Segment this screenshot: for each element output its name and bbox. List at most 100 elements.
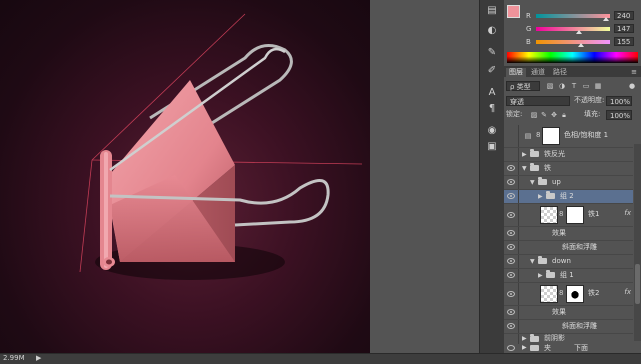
slider-blue[interactable]: B 155: [526, 37, 639, 47]
lock-transparent-icon[interactable]: ▨: [530, 111, 538, 119]
layer-mask-thumbnail[interactable]: [566, 285, 584, 303]
paragraph-icon[interactable]: ¶: [485, 102, 499, 116]
lock-all-icon[interactable]: 🔒︎: [560, 111, 568, 119]
scrollbar-thumb[interactable]: [635, 264, 640, 304]
visibility-toggle[interactable]: [507, 151, 515, 157]
expand-arrow-icon[interactable]: ▶: [522, 335, 527, 342]
brush-presets-icon[interactable]: ✐: [485, 64, 499, 78]
eye-icon[interactable]: [507, 230, 515, 236]
shape-filter-icon[interactable]: ▭: [582, 82, 590, 90]
layer-row-group[interactable]: ▶ 组 1: [504, 269, 633, 283]
layer-thumbnail[interactable]: [540, 285, 558, 303]
eye-icon[interactable]: [507, 165, 515, 171]
layer-row-group[interactable]: ▼ down: [504, 255, 633, 269]
layer-row[interactable]: 8 铁2 fx: [504, 283, 633, 306]
row-divider: [518, 176, 519, 189]
fx-icon[interactable]: fx: [624, 288, 631, 296]
blend-mode-select[interactable]: 穿透: [506, 96, 570, 106]
history-icon[interactable]: ▤: [485, 4, 499, 18]
visibility-toggle[interactable]: [507, 128, 515, 134]
layer-row-group[interactable]: ▼ 铁: [504, 162, 633, 176]
panel-menu-icon[interactable]: ≡: [630, 68, 638, 76]
tab-paths[interactable]: 路径: [550, 68, 570, 77]
eye-icon[interactable]: [507, 323, 515, 329]
eye-icon[interactable]: [507, 345, 515, 351]
link-icon: 8: [536, 131, 541, 139]
kind-filter-select[interactable]: ρ 类型: [506, 81, 540, 91]
layer-row-group[interactable]: ▼ up: [504, 176, 633, 190]
layer-row[interactable]: 8 铁1 fx: [504, 204, 633, 227]
info-icon[interactable]: ◉: [485, 124, 499, 138]
opacity-input[interactable]: 100%: [606, 96, 632, 106]
eye-icon[interactable]: [507, 258, 515, 264]
document-canvas[interactable]: [0, 0, 370, 353]
expand-arrow-icon[interactable]: ▶: [522, 344, 527, 351]
smart-filter-icon[interactable]: ▦: [594, 82, 602, 90]
expand-arrow-icon[interactable]: ▶: [538, 272, 543, 279]
expand-arrow-icon[interactable]: ▶: [522, 151, 527, 158]
lock-pixels-icon[interactable]: ✎: [540, 111, 548, 119]
adjustment-filter-icon[interactable]: ◑: [558, 82, 566, 90]
layer-row-group-selected[interactable]: ▶ 组 2: [504, 190, 633, 204]
slider-green[interactable]: G 147: [526, 24, 639, 34]
slider-knob[interactable]: [575, 30, 582, 34]
tab-channels[interactable]: 通道: [528, 68, 548, 77]
effect-item-row[interactable]: 斜面和浮雕: [504, 241, 633, 255]
slider-value[interactable]: 147: [614, 24, 634, 33]
collapse-arrow-icon[interactable]: ▼: [530, 258, 535, 265]
slider-label: B: [526, 38, 531, 46]
layer-row-group[interactable]: ▶ 夹 下面: [504, 344, 633, 353]
effects-row[interactable]: 效果: [504, 227, 633, 241]
fx-icon[interactable]: fx: [624, 209, 631, 217]
effect-item-row[interactable]: 斜面和浮雕: [504, 320, 633, 334]
collapse-arrow-icon[interactable]: ▼: [522, 165, 527, 172]
eye-icon[interactable]: [507, 179, 515, 185]
eye-icon[interactable]: [507, 193, 515, 199]
slider-value[interactable]: 155: [614, 37, 634, 46]
eye-icon[interactable]: [507, 244, 515, 250]
visibility-toggle[interactable]: [507, 337, 515, 343]
fill-input[interactable]: 100%: [606, 110, 632, 120]
collapse-arrow-icon[interactable]: ▼: [530, 179, 535, 186]
slider-track[interactable]: [536, 14, 610, 18]
eye-icon[interactable]: [507, 272, 515, 278]
slider-value[interactable]: 240: [614, 11, 634, 20]
adjust-icon[interactable]: ◐: [485, 24, 499, 38]
lock-position-icon[interactable]: ✥: [550, 111, 558, 119]
link-icon: 8: [559, 210, 564, 218]
layer-mask-thumbnail[interactable]: [566, 206, 584, 224]
layer-thumbnail[interactable]: [540, 206, 558, 224]
effects-label: 效果: [552, 229, 566, 237]
layer-name: 铁1: [588, 210, 600, 218]
slider-track[interactable]: [536, 40, 610, 44]
navigator-icon[interactable]: ▣: [485, 140, 499, 154]
layer-name: up: [552, 178, 561, 186]
effects-row[interactable]: 效果: [504, 306, 633, 320]
slider-track[interactable]: [536, 27, 610, 31]
type-filter-icon[interactable]: T: [570, 82, 578, 90]
eye-icon[interactable]: [507, 309, 515, 315]
filter-toggle-icon[interactable]: ●: [628, 82, 636, 90]
layer-row-group[interactable]: ▶ 铁反光: [504, 148, 633, 162]
slider-knob[interactable]: [602, 17, 609, 21]
brush-icon[interactable]: ✎: [485, 46, 499, 60]
row-divider: [518, 148, 519, 161]
adjustment-layer-icon: ▤: [524, 132, 532, 140]
slider-red[interactable]: R 240: [526, 11, 639, 21]
layers-panel: 图层 通道 路径 ≡ ρ 类型 ▧ ◑ T ▭ ▦ ● 穿透 不透明度: 100…: [504, 67, 641, 353]
foreground-color-swatch[interactable]: [507, 5, 520, 18]
eye-icon[interactable]: [507, 291, 515, 297]
slider-knob[interactable]: [578, 43, 585, 47]
status-menu-arrow[interactable]: ▶: [36, 354, 41, 362]
eye-icon[interactable]: [507, 212, 515, 218]
layer-row-hue-saturation[interactable]: ▤ 8 色相/饱和度 1: [504, 125, 633, 148]
layer-mask-thumbnail[interactable]: [542, 127, 560, 145]
slider-label: R: [526, 12, 531, 20]
row-divider: [518, 334, 519, 344]
pixel-filter-icon[interactable]: ▧: [546, 82, 554, 90]
character-icon[interactable]: A: [485, 86, 499, 100]
expand-arrow-icon[interactable]: ▶: [538, 193, 543, 200]
color-spectrum[interactable]: [507, 52, 638, 63]
tab-layers[interactable]: 图层: [506, 68, 526, 77]
layers-scrollbar[interactable]: [634, 144, 641, 341]
